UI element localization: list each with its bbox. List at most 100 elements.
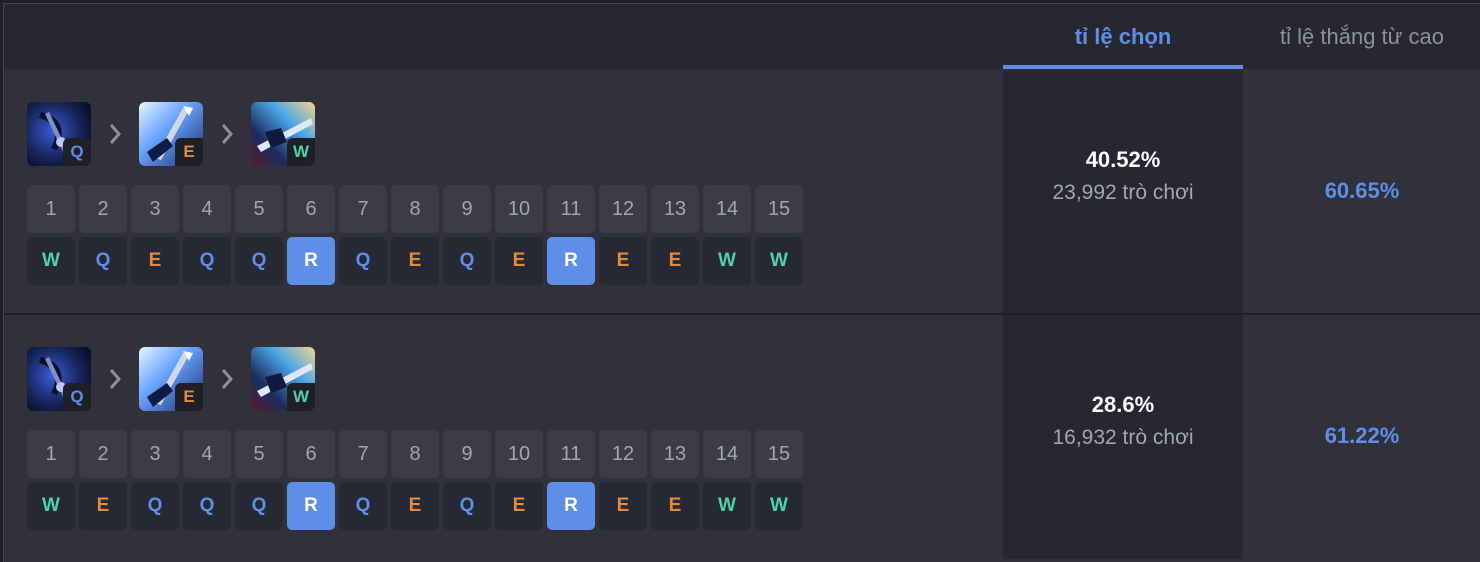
skill-level-cell: Q: [339, 237, 387, 285]
skill-level-cell: Q: [131, 482, 179, 530]
skill-level-cell: E: [79, 482, 127, 530]
level-number: 7: [339, 185, 387, 233]
skill-build-row-2[interactable]: Q E W 1 2 3 4 5 6 7 8 9 10 11 12 13 14 1…: [4, 315, 1480, 559]
skill-build-row-1[interactable]: Q E W 1 2 3 4 5 6 7 8 9 10 11 12 13 14 1…: [4, 70, 1480, 314]
pick-rate-value: 40.52%: [1085, 147, 1161, 172]
skill-key-label: W: [287, 383, 315, 411]
e-skill-icon: E: [139, 102, 203, 166]
level-number: 8: [391, 185, 439, 233]
skill-level-cell: E: [495, 482, 543, 530]
level-number: 11: [547, 430, 595, 478]
level-number: 15: [755, 185, 803, 233]
win-rate-cell: 60.65%: [1243, 70, 1480, 314]
chevron-right-icon: [203, 102, 251, 166]
e-skill-icon: E: [139, 347, 203, 411]
skill-level-cell: E: [391, 482, 439, 530]
level-number: 1: [27, 430, 75, 478]
tab-win-rate[interactable]: tỉ lệ thắng từ cao: [1243, 4, 1480, 69]
level-number: 12: [599, 430, 647, 478]
skill-level-cell: Q: [79, 237, 127, 285]
pick-rate-value: 28.6%: [1091, 392, 1155, 417]
skill-build-panel: tỉ lệ chọn tỉ lệ thắng từ cao Q E W 1 2 …: [3, 3, 1480, 562]
level-number: 10: [495, 185, 543, 233]
skill-level-cell: W: [703, 482, 751, 530]
level-number: 1: [27, 185, 75, 233]
skill-level-cell: E: [599, 237, 647, 285]
level-number: 5: [235, 185, 283, 233]
level-number: 6: [287, 185, 335, 233]
skill-level-cell: W: [755, 237, 803, 285]
level-number: 13: [651, 430, 699, 478]
skill-level-cell: Q: [183, 482, 231, 530]
level-number: 4: [183, 430, 231, 478]
skill-level-cell: Q: [235, 237, 283, 285]
pick-rate-cell: 28.6% 16,932 trò chơi: [1003, 315, 1243, 559]
skill-level-cell: W: [27, 237, 75, 285]
w-skill-icon: W: [251, 347, 315, 411]
level-number: 5: [235, 430, 283, 478]
skill-level-cell: R: [547, 482, 595, 530]
games-count: 16,932 trò chơi: [1052, 426, 1194, 449]
skill-level-cell: Q: [339, 482, 387, 530]
skill-key-label: E: [175, 383, 203, 411]
chevron-right-icon: [203, 347, 251, 411]
skill-key-label: E: [175, 138, 203, 166]
games-count: 23,992 trò chơi: [1052, 181, 1194, 204]
level-numbers: 1 2 3 4 5 6 7 8 9 10 11 12 13 14 15: [27, 430, 807, 478]
skill-level-grid: 1 2 3 4 5 6 7 8 9 10 11 12 13 14 15: [27, 185, 807, 285]
level-number: 3: [131, 430, 179, 478]
skill-level-cell: E: [131, 237, 179, 285]
level-number: 9: [443, 430, 491, 478]
chevron-right-icon: [91, 102, 139, 166]
level-number: 9: [443, 185, 491, 233]
level-number: 13: [651, 185, 699, 233]
skill-level-cell: E: [599, 482, 647, 530]
skill-sequence: W Q E Q Q R Q E Q E R E E W W: [27, 237, 807, 285]
skill-level-cell: Q: [183, 237, 231, 285]
level-number: 11: [547, 185, 595, 233]
w-skill-icon: W: [251, 102, 315, 166]
skill-max-order: Q E W: [27, 347, 315, 411]
skill-max-order: Q E W: [27, 102, 315, 166]
skill-level-cell: Q: [443, 237, 491, 285]
skill-level-cell: E: [651, 482, 699, 530]
skill-build-details: Q E W 1 2 3 4 5 6 7 8 9 10 11 12 13 14 1…: [4, 70, 1003, 314]
win-rate-cell: 61.22%: [1243, 315, 1480, 559]
table-header: tỉ lệ chọn tỉ lệ thắng từ cao: [4, 4, 1480, 69]
chevron-right-icon: [91, 347, 139, 411]
skill-build-details: Q E W 1 2 3 4 5 6 7 8 9 10 11 12 13 14 1…: [4, 315, 1003, 559]
q-skill-icon: Q: [27, 347, 91, 411]
level-numbers: 1 2 3 4 5 6 7 8 9 10 11 12 13 14 15: [27, 185, 807, 233]
skill-key-label: Q: [63, 383, 91, 411]
skill-level-cell: W: [27, 482, 75, 530]
skill-level-cell: E: [495, 237, 543, 285]
level-number: 2: [79, 185, 127, 233]
level-number: 8: [391, 430, 439, 478]
skill-level-cell: R: [287, 237, 335, 285]
level-number: 3: [131, 185, 179, 233]
win-rate-value: 61.22%: [1324, 423, 1400, 448]
skill-level-cell: R: [287, 482, 335, 530]
level-number: 2: [79, 430, 127, 478]
level-number: 12: [599, 185, 647, 233]
skill-level-cell: W: [703, 237, 751, 285]
skill-key-label: Q: [63, 138, 91, 166]
level-number: 14: [703, 430, 751, 478]
level-number: 15: [755, 430, 803, 478]
skill-key-label: W: [287, 138, 315, 166]
level-number: 7: [339, 430, 387, 478]
q-skill-icon: Q: [27, 102, 91, 166]
skill-level-cell: Q: [443, 482, 491, 530]
skill-level-cell: E: [391, 237, 439, 285]
pick-rate-cell: 40.52% 23,992 trò chơi: [1003, 70, 1243, 314]
level-number: 4: [183, 185, 231, 233]
skill-level-cell: W: [755, 482, 803, 530]
skill-level-grid: 1 2 3 4 5 6 7 8 9 10 11 12 13 14 15: [27, 430, 807, 530]
tab-pick-rate[interactable]: tỉ lệ chọn: [1003, 4, 1243, 69]
skill-level-cell: R: [547, 237, 595, 285]
win-rate-value: 60.65%: [1324, 178, 1400, 203]
skill-level-cell: Q: [235, 482, 283, 530]
skill-level-cell: E: [651, 237, 699, 285]
level-number: 10: [495, 430, 543, 478]
level-number: 14: [703, 185, 751, 233]
